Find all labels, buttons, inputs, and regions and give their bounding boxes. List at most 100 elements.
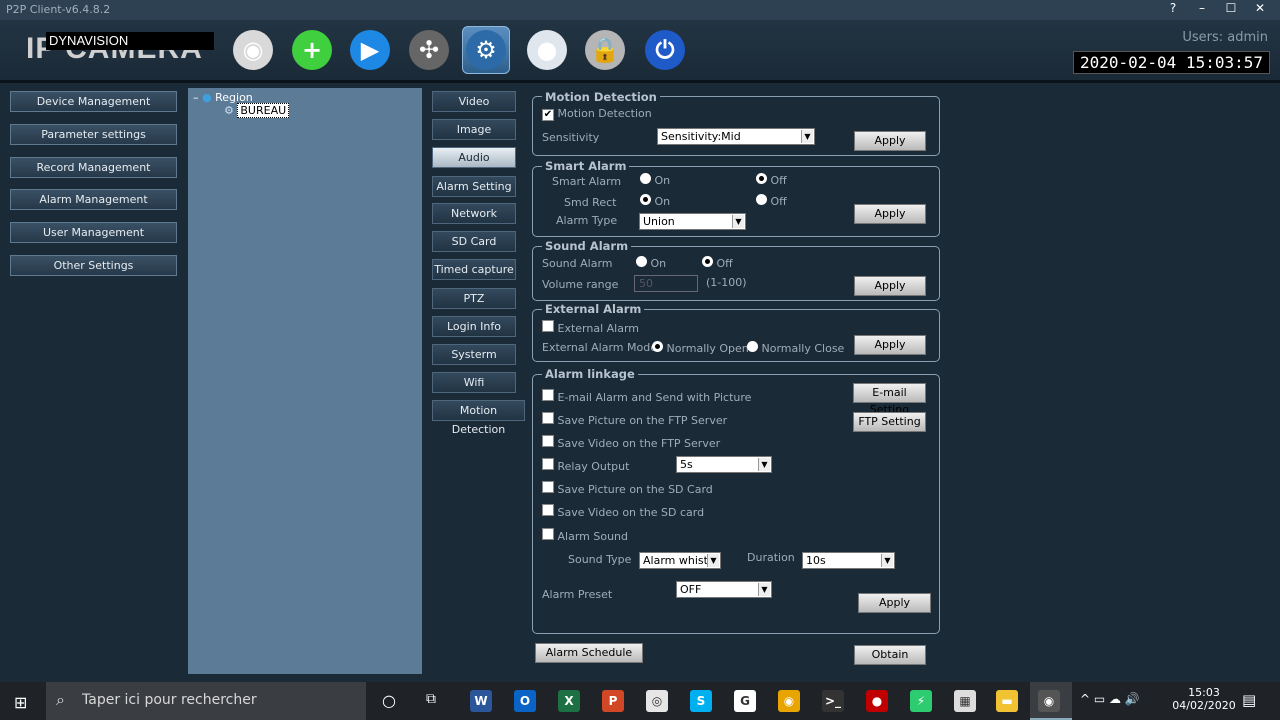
outlook-icon[interactable]: O	[514, 690, 536, 712]
bolt-icon[interactable]: ⚡	[910, 690, 932, 712]
normally-close-radio[interactable]: Normally Close	[747, 341, 844, 355]
external-alarm-checkbox[interactable]: External Alarm	[542, 320, 639, 335]
taskbar-search[interactable]: ⌕ Taper ici pour rechercher	[46, 682, 366, 720]
motion-detection-checkbox[interactable]: ✔ Motion Detection	[542, 107, 652, 121]
word-icon[interactable]: W	[470, 690, 492, 712]
checkbox-label: Alarm Sound	[557, 530, 629, 543]
linkage-checkbox-2[interactable]: Save Video on the FTP Server	[542, 435, 720, 450]
subtab-systerm[interactable]: Systerm	[432, 344, 516, 365]
linkage-checkbox-4[interactable]: Save Picture on the SD Card	[542, 481, 713, 496]
search-icon: ⌕	[56, 690, 65, 709]
cortana-icon[interactable]: ○	[382, 691, 396, 710]
toolbar-ptz-wheel-button[interactable]: ✣	[405, 26, 453, 74]
radio-label: Off	[716, 257, 733, 270]
notifications-icon[interactable]: ▤	[1242, 691, 1256, 709]
linkage-checkbox-0[interactable]: E-mail Alarm and Send with Picture	[542, 389, 751, 404]
radio-label: On	[654, 195, 671, 208]
windows-start-icon[interactable]: ⊞	[14, 693, 27, 712]
subtab-timed-capture[interactable]: Timed capture	[432, 259, 516, 280]
nav-device-management[interactable]: Device Management	[10, 91, 177, 112]
linkage-checkbox-6[interactable]: Alarm Sound	[542, 528, 628, 543]
linkage-group-title: Alarm linkage	[542, 367, 638, 381]
google-icon[interactable]: G	[734, 690, 756, 712]
subtab-image[interactable]: Image	[432, 119, 516, 140]
sound-off-radio[interactable]: Off	[702, 256, 733, 270]
help-button[interactable]: ?	[1160, 0, 1186, 18]
alarm-schedule-button[interactable]: Alarm Schedule	[535, 643, 643, 663]
smd-rect-label: Smd Rect	[564, 196, 617, 209]
linkage-checkbox-5[interactable]: Save Video on the SD card	[542, 504, 704, 519]
task-view-icon[interactable]: ⧉	[426, 691, 436, 707]
sensitivity-select[interactable]: Sensitivity:Mid ▼	[657, 128, 815, 145]
device-tree[interactable]: – ● Region ⚙ BUREAU	[188, 88, 422, 674]
nav-alarm-management[interactable]: Alarm Management	[10, 189, 177, 210]
sound-on-radio[interactable]: On	[636, 256, 666, 270]
toolbar-lock-button[interactable]: 🔒	[581, 26, 629, 74]
motion-apply-button[interactable]: Apply	[854, 131, 926, 151]
toolbar-playback-button[interactable]: ▶	[346, 26, 394, 74]
skype-icon[interactable]: S	[690, 690, 712, 712]
chevron-down-icon: ▼	[881, 554, 893, 567]
sound-type-select[interactable]: Alarm whistle ▼	[639, 552, 721, 569]
terminal-icon[interactable]: >_	[822, 690, 844, 712]
linkage-apply-button[interactable]: Apply	[858, 593, 931, 613]
volume-input[interactable]: 50	[634, 275, 698, 292]
tree-node-bureau[interactable]: ⚙ BUREAU	[224, 103, 290, 118]
toolbar-settings-gear-button[interactable]: ⚙	[462, 26, 510, 74]
subtab-sd-card[interactable]: SD Card	[432, 231, 516, 252]
smart-alarm-on-radio[interactable]: On	[640, 173, 670, 187]
radio	[756, 194, 767, 205]
subtab-login-info[interactable]: Login Info	[432, 316, 516, 337]
email-setting-button[interactable]: E-mail Setting	[853, 383, 926, 416]
minimize-button[interactable]: –	[1189, 0, 1215, 18]
toolbar-camera-button[interactable]: ◉	[229, 26, 277, 74]
checkbox-label: Save Video on the SD card	[557, 506, 705, 519]
subtab-motion-detection[interactable]: Motion Detection	[432, 400, 525, 436]
subtab-alarm-setting[interactable]: Alarm Setting	[432, 176, 516, 197]
tray-icons[interactable]: ^ ▭ ☁ 🔊	[1080, 692, 1140, 706]
sensitivity-label: Sensitivity	[542, 131, 600, 144]
ftp-setting-button[interactable]: FTP Setting	[853, 412, 926, 432]
powerpoint-icon[interactable]: P	[602, 690, 624, 712]
smart-apply-button[interactable]: Apply	[854, 204, 926, 224]
alarm-type-label: Alarm Type	[556, 214, 618, 227]
folder-icon[interactable]: ▬	[996, 690, 1018, 712]
close-button[interactable]: ✕	[1247, 0, 1273, 18]
alarm-preset-select[interactable]: OFF ▼	[676, 581, 772, 598]
subtab-network[interactable]: Network	[432, 203, 516, 224]
external-apply-button[interactable]: Apply	[854, 335, 926, 355]
linkage-checkbox-1[interactable]: Save Picture on the FTP Server	[542, 412, 727, 427]
normally-open-radio[interactable]: Normally Open	[652, 341, 749, 355]
subtab-video[interactable]: Video	[432, 91, 516, 112]
toolbar-log-document-button[interactable]: ●	[523, 26, 571, 74]
duration-select[interactable]: 10s ▼	[802, 552, 895, 569]
subtab-ptz[interactable]: PTZ	[432, 288, 516, 309]
subtab-wifi[interactable]: Wifi	[432, 372, 516, 393]
obtain-button[interactable]: Obtain	[854, 645, 926, 665]
p2p-client-icon[interactable]: ◉	[1038, 690, 1060, 712]
checkbox-label: Save Picture on the FTP Server	[557, 414, 728, 427]
camera-app-icon[interactable]: ◎	[646, 690, 668, 712]
nav-user-management[interactable]: User Management	[10, 222, 177, 243]
calculator-icon[interactable]: ▦	[954, 690, 976, 712]
nav-other-settings[interactable]: Other Settings	[10, 255, 177, 276]
smart-alarm-off-radio[interactable]: Off	[756, 173, 787, 187]
alarm-type-select[interactable]: Union ▼	[639, 213, 746, 230]
pin-icon[interactable]: ●	[866, 690, 888, 712]
toolbar-power-button[interactable]: ⏻	[641, 26, 689, 74]
subtab-audio[interactable]: Audio	[432, 147, 516, 168]
users-label: Users: admin	[1182, 30, 1268, 45]
toolbar-add-button[interactable]: +	[288, 26, 336, 74]
taskbar-clock[interactable]: 15:03 04/02/2020	[1172, 686, 1236, 712]
linkage-checkbox-3[interactable]: Relay Output	[542, 458, 629, 473]
nav-record-management[interactable]: Record Management	[10, 157, 177, 178]
smd-rect-on-radio[interactable]: On	[640, 194, 670, 208]
chrome-icon[interactable]: ◉	[778, 690, 800, 712]
nav-parameter-settings[interactable]: Parameter settings	[10, 124, 177, 145]
smd-rect-off-radio[interactable]: Off	[756, 194, 787, 208]
maximize-button[interactable]: ☐	[1218, 0, 1244, 18]
sound-apply-button[interactable]: Apply	[854, 276, 926, 296]
excel-icon[interactable]: X	[558, 690, 580, 712]
relay-output-select[interactable]: 5s ▼	[676, 456, 772, 473]
radio	[652, 341, 663, 352]
